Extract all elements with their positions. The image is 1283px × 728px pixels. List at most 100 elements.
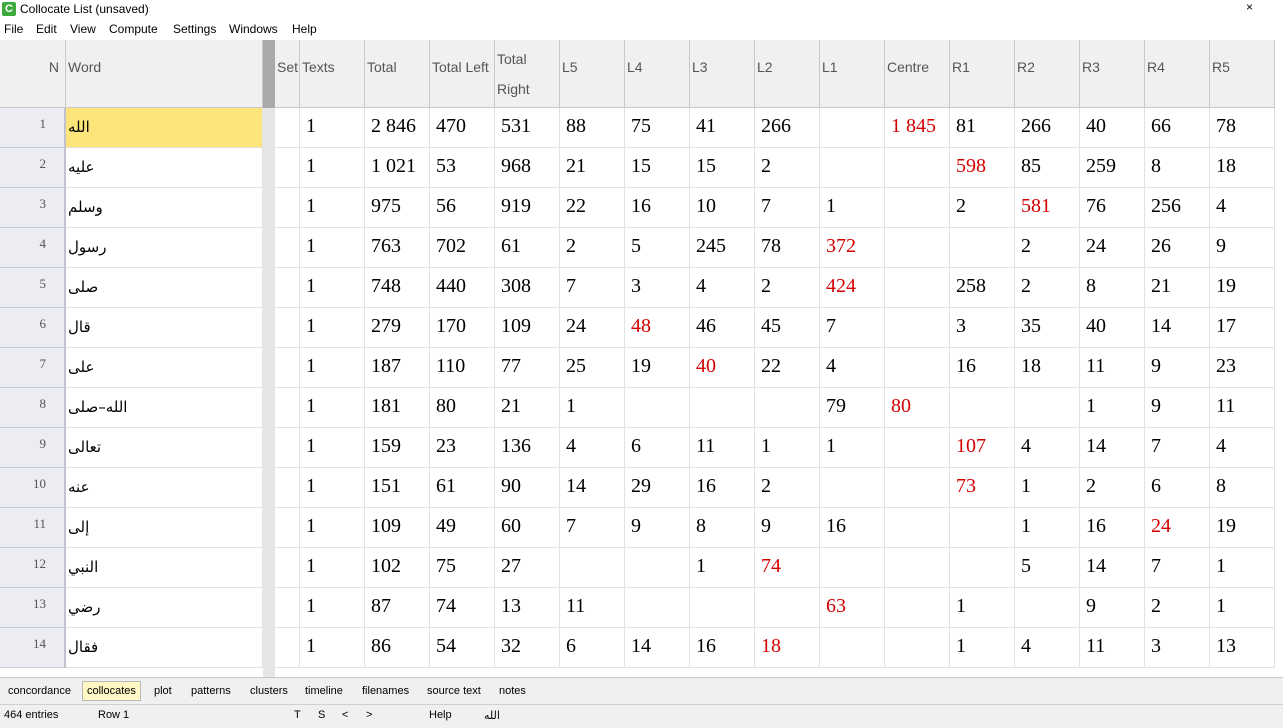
column-header-total-left[interactable]: Total Left [430, 40, 495, 108]
r1-cell[interactable]: 598 [950, 148, 1015, 188]
r2-cell[interactable] [1015, 588, 1080, 628]
r5-cell[interactable]: 19 [1210, 268, 1275, 308]
r1-cell[interactable] [950, 548, 1015, 588]
r5-cell[interactable]: 13 [1210, 628, 1275, 668]
total-left-cell[interactable]: 23 [430, 428, 495, 468]
row-number[interactable]: 8 [0, 388, 66, 428]
centre-cell[interactable] [885, 308, 950, 348]
centre-cell[interactable] [885, 228, 950, 268]
l2-cell[interactable]: 78 [755, 228, 820, 268]
set-cell[interactable] [275, 508, 300, 548]
r4-cell[interactable]: 6 [1145, 468, 1210, 508]
column-header-l4[interactable]: L4 [625, 40, 690, 108]
r5-cell[interactable]: 11 [1210, 388, 1275, 428]
l3-cell[interactable]: 16 [690, 628, 755, 668]
l2-cell[interactable] [755, 388, 820, 428]
row-number[interactable]: 5 [0, 268, 66, 308]
total-cell[interactable]: 109 [365, 508, 430, 548]
r3-cell[interactable]: 24 [1080, 228, 1145, 268]
l5-cell[interactable]: 88 [560, 108, 625, 148]
r3-cell[interactable]: 16 [1080, 508, 1145, 548]
prev-button[interactable]: < [342, 709, 348, 721]
r1-cell[interactable]: 73 [950, 468, 1015, 508]
total-left-cell[interactable]: 440 [430, 268, 495, 308]
r4-cell[interactable]: 2 [1145, 588, 1210, 628]
total-cell[interactable]: 2 846 [365, 108, 430, 148]
centre-cell[interactable] [885, 588, 950, 628]
l1-cell[interactable] [820, 148, 885, 188]
centre-cell[interactable] [885, 268, 950, 308]
texts-cell[interactable]: 1 [300, 388, 365, 428]
set-cell[interactable] [275, 108, 300, 148]
row-number[interactable]: 11 [0, 508, 66, 548]
l3-cell[interactable]: 40 [690, 348, 755, 388]
r1-cell[interactable] [950, 228, 1015, 268]
word-cell[interactable]: عليه [66, 148, 263, 188]
total-left-cell[interactable]: 75 [430, 548, 495, 588]
total-left-cell[interactable]: 49 [430, 508, 495, 548]
l2-cell[interactable]: 18 [755, 628, 820, 668]
total-cell[interactable]: 279 [365, 308, 430, 348]
l4-cell[interactable]: 6 [625, 428, 690, 468]
column-header-r5[interactable]: R5 [1210, 40, 1275, 108]
r3-cell[interactable]: 259 [1080, 148, 1145, 188]
total-right-cell[interactable]: 308 [495, 268, 560, 308]
r3-cell[interactable]: 14 [1080, 428, 1145, 468]
texts-cell[interactable]: 1 [300, 468, 365, 508]
total-cell[interactable]: 1 021 [365, 148, 430, 188]
set-cell[interactable] [275, 388, 300, 428]
column-header-r2[interactable]: R2 [1015, 40, 1080, 108]
row-number[interactable]: 4 [0, 228, 66, 268]
total-right-cell[interactable]: 90 [495, 468, 560, 508]
r2-cell[interactable]: 5 [1015, 548, 1080, 588]
l5-cell[interactable]: 7 [560, 508, 625, 548]
total-cell[interactable]: 86 [365, 628, 430, 668]
set-cell[interactable] [275, 588, 300, 628]
tab-filenames[interactable]: filenames [358, 682, 413, 700]
total-right-cell[interactable]: 77 [495, 348, 560, 388]
r2-cell[interactable]: 2 [1015, 228, 1080, 268]
set-cell[interactable] [275, 548, 300, 588]
total-right-cell[interactable]: 919 [495, 188, 560, 228]
r3-cell[interactable]: 2 [1080, 468, 1145, 508]
l3-cell[interactable] [690, 588, 755, 628]
tab-patterns[interactable]: patterns [187, 682, 235, 700]
r4-cell[interactable]: 9 [1145, 388, 1210, 428]
r2-cell[interactable]: 1 [1015, 468, 1080, 508]
tab-collocates[interactable]: collocates [82, 681, 141, 701]
r5-cell[interactable]: 1 [1210, 588, 1275, 628]
r1-cell[interactable]: 2 [950, 188, 1015, 228]
r3-cell[interactable]: 11 [1080, 348, 1145, 388]
l2-cell[interactable]: 74 [755, 548, 820, 588]
l5-cell[interactable]: 24 [560, 308, 625, 348]
total-right-cell[interactable]: 531 [495, 108, 560, 148]
l1-cell[interactable]: 1 [820, 428, 885, 468]
row-number[interactable]: 10 [0, 468, 66, 508]
row-number[interactable]: 6 [0, 308, 66, 348]
l1-cell[interactable]: 63 [820, 588, 885, 628]
l4-cell[interactable]: 75 [625, 108, 690, 148]
column-header-texts[interactable]: Texts [300, 40, 365, 108]
centre-cell[interactable] [885, 428, 950, 468]
texts-cell[interactable]: 1 [300, 588, 365, 628]
r1-cell[interactable] [950, 388, 1015, 428]
r3-cell[interactable]: 8 [1080, 268, 1145, 308]
r5-cell[interactable]: 4 [1210, 188, 1275, 228]
r4-cell[interactable]: 21 [1145, 268, 1210, 308]
set-cell[interactable] [275, 468, 300, 508]
r2-cell[interactable]: 4 [1015, 628, 1080, 668]
texts-cell[interactable]: 1 [300, 628, 365, 668]
tab-source-text[interactable]: source text [423, 682, 485, 700]
r1-cell[interactable]: 258 [950, 268, 1015, 308]
row-number[interactable]: 14 [0, 628, 66, 668]
column-header-total[interactable]: Total [365, 40, 430, 108]
total-cell[interactable]: 181 [365, 388, 430, 428]
total-cell[interactable]: 763 [365, 228, 430, 268]
l3-cell[interactable]: 15 [690, 148, 755, 188]
l5-cell[interactable]: 7 [560, 268, 625, 308]
r3-cell[interactable]: 40 [1080, 308, 1145, 348]
word-cell[interactable]: الله–صلى [66, 388, 263, 428]
r2-cell[interactable] [1015, 388, 1080, 428]
word-cell[interactable]: على [66, 348, 263, 388]
l1-cell[interactable]: 16 [820, 508, 885, 548]
